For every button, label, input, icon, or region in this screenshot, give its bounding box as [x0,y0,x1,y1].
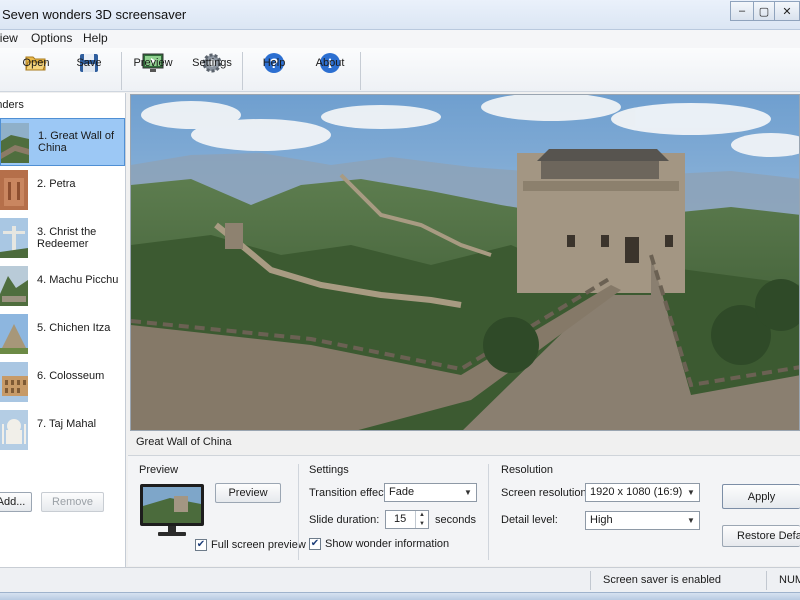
maximize-icon: ▢ [758,5,770,18]
christ-redeemer-thumbnail [0,218,28,258]
chevron-down-icon: ▼ [687,488,695,497]
wonder-label: 6. Colosseum [37,370,105,382]
spin-arrows-icon[interactable]: ▲ ▼ [415,511,428,528]
toolbar-separator [121,52,122,90]
wonder-item-christ-the-redeemer[interactable]: 3. Christ the Redeemer [0,214,125,262]
wonder-item-colosseum[interactable]: 6. Colosseum [0,358,125,406]
status-message: Screen saver is enabled [603,574,722,586]
wonder-item-machu-picchu[interactable]: 4. Machu Picchu [0,262,125,310]
chevron-down-icon: ▼ [464,488,472,497]
about-label: About [315,57,345,69]
show-wonder-info-checkbox[interactable]: ✔ Show wonder information [309,538,449,550]
help-toolbar-button[interactable]: ? Help [246,52,302,74]
preview-group-title: Preview [139,464,179,476]
num-lock-indicator: NUM [779,574,800,586]
menu-bar: View Options Help [0,30,800,48]
resolution-group-title: Resolution [501,464,553,476]
window-controls: – ▢ ✕ [730,0,800,22]
window-title: Seven wonders 3D screensaver [2,7,187,22]
slide-duration-label: Slide duration: [309,514,380,526]
wonder-item-petra[interactable]: 2. Petra [0,166,125,214]
toolbar: Open Save Preview Settings ? Help i Abou… [0,48,800,92]
slide-duration-value: 15 [394,513,407,525]
monitor-preview-icon [140,482,204,538]
detail-level-label: Detail level: [501,514,558,526]
wonder-label: 2. Petra [37,178,76,190]
add-wonder-button[interactable]: Add... [0,492,32,512]
full-screen-preview-label: Full screen preview [211,539,306,551]
wonder-image [130,94,800,431]
toolbar-separator [360,52,361,90]
settings-toolbar-button[interactable]: Settings [184,52,240,74]
maximize-button[interactable]: ▢ [753,1,775,21]
detail-level-value: High [590,514,613,526]
full-screen-preview-checkbox[interactable]: ✔ Full screen preview [195,539,306,551]
wonder-label: 5. Chichen Itza [37,322,111,334]
settings-label: Settings [192,57,232,69]
seconds-label: seconds [435,514,476,526]
wonder-item-taj-mahal[interactable]: 7. Taj Mahal [0,406,125,454]
title-bar: Seven wonders 3D screensaver – ▢ ✕ [0,0,800,30]
wonder-caption: Great Wall of China [136,436,232,448]
menu-help[interactable]: Help [83,31,108,45]
minimize-button[interactable]: – [730,1,754,21]
preview-label: Preview [133,57,173,69]
about-toolbar-button[interactable]: i About [302,52,358,74]
preview-toolbar-button[interactable]: Preview [125,52,181,74]
preview-button[interactable]: Preview [215,483,281,503]
show-wonder-info-label: Show wonder information [325,538,450,550]
transition-effect-label: Transition effect: [309,487,390,499]
help-label: Help [262,57,286,69]
wonder-label: 1. Great Wall of China [38,130,115,154]
wonder-label: 7. Taj Mahal [37,418,97,430]
menu-options[interactable]: Options [31,31,72,45]
wonders-header: Wonders [0,99,24,111]
screen-resolution-label: Screen resolution: [501,487,590,499]
settings-panel: Preview Preview ✔ Full screen preview Se… [128,456,800,566]
wonder-label: 3. Christ the Redeemer [37,226,97,250]
restore-defaults-button[interactable]: Restore Defaults [722,525,800,547]
wonder-item-chichen-itza[interactable]: 5. Chichen Itza [0,310,125,358]
wonder-label: 4. Machu Picchu [37,274,119,286]
checkmark-icon: ✔ [195,539,207,551]
wonders-panel: Wonders 1. Great Wall of China 2. Petra … [0,93,126,567]
status-separator [590,571,591,590]
chevron-down-icon: ▼ [687,516,695,525]
group-separator [298,464,299,560]
open-button[interactable]: Open [8,52,64,74]
open-label: Open [22,57,50,69]
great-wall-thumbnail [1,123,29,163]
taj-mahal-thumbnail [0,410,28,450]
apply-button[interactable]: Apply [722,484,800,509]
transition-effect-value: Fade [389,486,415,498]
status-bar: Screen saver is enabled NUM [0,567,800,592]
wonder-item-great-wall[interactable]: 1. Great Wall of China [0,118,125,166]
save-label: Save [76,57,102,69]
status-separator [766,571,767,590]
colosseum-thumbnail [0,362,28,402]
detail-level-select[interactable]: High ▼ [585,511,700,530]
toolbar-separator [242,52,243,90]
minimize-icon: – [738,5,746,17]
group-separator [488,464,489,560]
taskbar-edge [0,592,800,600]
checkmark-icon: ✔ [309,538,321,550]
remove-wonder-button[interactable]: Remove [41,492,104,512]
close-button[interactable]: ✕ [774,1,800,21]
petra-thumbnail [0,170,28,210]
save-button[interactable]: Save [61,52,117,74]
close-icon: ✕ [782,5,792,18]
wonders-list: 1. Great Wall of China 2. Petra 3. Chris… [0,118,125,454]
slide-duration-stepper[interactable]: 15 ▲ ▼ [385,510,429,529]
screen-resolution-select[interactable]: 1920 x 1080 (16:9) ▼ [585,483,700,502]
settings-group-title: Settings [309,464,349,476]
screen-resolution-value: 1920 x 1080 (16:9) [590,486,683,498]
transition-effect-select[interactable]: Fade ▼ [384,483,477,502]
chichen-itza-thumbnail [0,314,28,354]
machu-picchu-thumbnail [0,266,28,306]
menu-view[interactable]: View [0,31,18,45]
